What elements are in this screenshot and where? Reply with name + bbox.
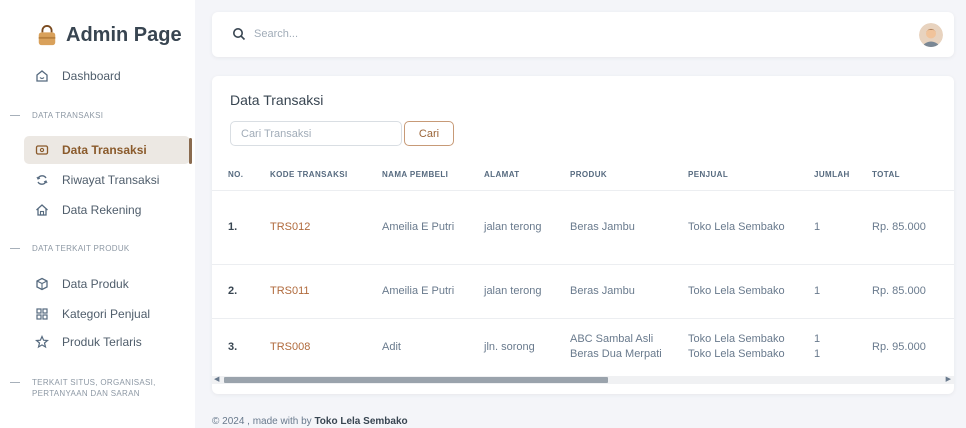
column-header: NO. [212, 160, 262, 191]
refresh-icon [34, 172, 50, 188]
page-title: Data Transaksi [230, 92, 324, 108]
sidebar-item-data-rekening[interactable]: Data Rekening [24, 196, 190, 224]
cell-total: Rp. 85.000 [864, 264, 954, 319]
cell-nama: Ameilia E Putri [374, 190, 476, 265]
cell-nama: Ameilia E Putri [374, 264, 476, 319]
sidebar-item-label: Produk Terlaris [62, 335, 142, 349]
cell-jumlah: 1 [806, 264, 864, 319]
transaction-search-input[interactable] [230, 121, 402, 146]
receipt-icon [34, 142, 50, 158]
sidebar: Admin Page Dashboard DATA TRANSAKSI Data… [0, 0, 195, 428]
footer: © 2024 , made with by Toko Lela Sembako [212, 416, 408, 427]
footer-brand-link[interactable]: Toko Lela Sembako [314, 416, 407, 427]
cell-total: Rp. 85.000 [864, 190, 954, 265]
brand[interactable]: Admin Page [36, 24, 182, 47]
sidebar-item-label: Data Transaksi [62, 143, 147, 157]
grid-icon [34, 306, 50, 322]
column-header: NAMA PEMBELI [374, 160, 476, 191]
cell-produk: ABC Sambal Asli Beras Dua Merpati [562, 318, 680, 377]
cell-produk: Beras Jambu [562, 264, 680, 319]
table-row[interactable]: 3. TRS008 Adit jln. sorong ABC Sambal As… [212, 318, 954, 377]
home-icon [34, 202, 50, 218]
transactions-card: Data Transaksi Cari NO. KODE TRANSAKSI N… [212, 76, 954, 394]
section-data-terkait-produk: DATA TERKAIT PRODUK [0, 243, 130, 254]
sidebar-item-produk-terlaris[interactable]: Produk Terlaris [24, 328, 190, 356]
cell-alamat: jalan terong [476, 264, 562, 319]
topbar [212, 12, 954, 57]
cell-penjual: Toko Lela Sembako [680, 264, 806, 319]
cell-kode[interactable]: TRS008 [262, 318, 374, 377]
footer-text: © 2024 , made with by [212, 416, 312, 427]
table-header-row: NO. KODE TRANSAKSI NAMA PEMBELI ALAMAT P… [212, 160, 954, 191]
sidebar-item-label: Dashboard [62, 69, 121, 83]
cell-no: 3. [212, 318, 262, 377]
brand-title: Admin Page [66, 24, 182, 46]
sidebar-item-data-transaksi[interactable]: Data Transaksi [24, 136, 190, 164]
transactions-table: NO. KODE TRANSAKSI NAMA PEMBELI ALAMAT P… [212, 160, 954, 377]
scrollbar-thumb[interactable] [224, 377, 608, 383]
column-header: KODE TRANSAKSI [262, 160, 374, 191]
cell-produk: Beras Jambu [562, 190, 680, 265]
column-header: ALAMAT [476, 160, 562, 191]
section-data-transaksi: DATA TRANSAKSI [0, 110, 103, 121]
cell-alamat: jalan terong [476, 190, 562, 265]
search-input[interactable] [254, 22, 654, 46]
sidebar-item-dashboard[interactable]: Dashboard [24, 62, 190, 90]
column-header: JUMLAH [806, 160, 864, 191]
transaction-search-group: Cari [230, 121, 454, 146]
scroll-right-arrow-icon[interactable]: ▶ [946, 376, 951, 384]
cell-kode[interactable]: TRS012 [262, 190, 374, 265]
sidebar-item-kategori-penjual[interactable]: Kategori Penjual [24, 300, 190, 328]
home-smile-icon [34, 68, 50, 84]
column-header: TOTAL [864, 160, 954, 191]
table-row[interactable]: 2. TRS011 Ameilia E Putri jalan terong B… [212, 264, 954, 319]
cell-alamat: jln. sorong [476, 318, 562, 377]
shopping-bag-icon [38, 24, 56, 45]
sidebar-item-label: Data Rekening [62, 203, 142, 217]
sidebar-item-data-produk[interactable]: Data Produk [24, 270, 190, 298]
star-icon [34, 334, 50, 350]
search-button[interactable]: Cari [404, 121, 454, 146]
active-indicator [189, 138, 192, 164]
cell-no: 1. [212, 190, 262, 265]
cell-jumlah: 1 [806, 190, 864, 265]
horizontal-scrollbar[interactable]: ◀ ▶ [212, 376, 954, 384]
sidebar-item-label: Riwayat Transaksi [62, 173, 160, 187]
sidebar-item-riwayat-transaksi[interactable]: Riwayat Transaksi [24, 166, 190, 194]
cube-icon [34, 276, 50, 292]
scroll-left-arrow-icon[interactable]: ◀ [214, 376, 219, 384]
cell-total: Rp. 95.000 [864, 318, 954, 377]
cell-penjual: Toko Lela Sembako Toko Lela Sembako [680, 318, 806, 377]
cell-penjual: Toko Lela Sembako [680, 190, 806, 265]
section-terkait-situs: TERKAIT SITUS, ORGANISASI, PERTANYAAN DA… [0, 377, 156, 399]
column-header: PENJUAL [680, 160, 806, 191]
cell-kode[interactable]: TRS011 [262, 264, 374, 319]
cell-no: 2. [212, 264, 262, 319]
sidebar-item-label: Kategori Penjual [62, 307, 151, 321]
avatar[interactable] [919, 23, 943, 47]
table-row[interactable]: 1. TRS012 Ameilia E Putri jalan terong B… [212, 190, 954, 265]
cell-nama: Adit [374, 318, 476, 377]
cell-jumlah: 1 1 [806, 318, 864, 377]
search-icon [233, 28, 246, 41]
column-header: PRODUK [562, 160, 680, 191]
sidebar-item-label: Data Produk [62, 277, 129, 291]
